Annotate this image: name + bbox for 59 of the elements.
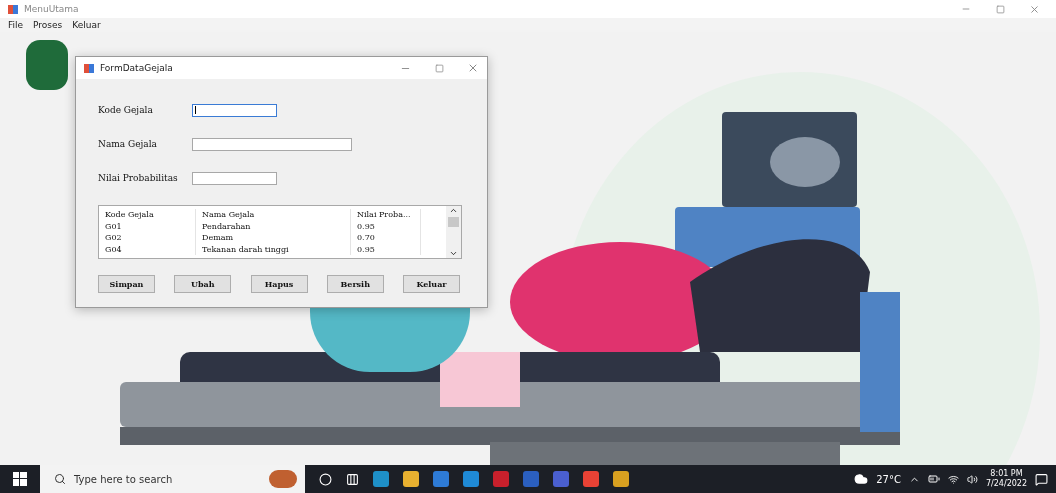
dialog-title: FormDataGejala [100,63,173,73]
scroll-down-icon[interactable] [449,249,458,258]
search-icon [54,473,66,485]
table-cell: G01 [99,220,196,232]
maximize-icon[interactable] [434,63,444,73]
table-cell: 0.95 [351,220,421,232]
menu-item[interactable]: File [8,20,24,30]
app-icon[interactable] [493,471,509,487]
logo-icon [26,40,68,90]
maximize-icon[interactable] [995,4,1005,14]
weather-icon [854,472,869,486]
clock[interactable]: 8:01 PM 7/24/2022 [985,469,1027,489]
input-field[interactable] [192,137,352,151]
form-button[interactable]: Bersih [326,275,384,293]
app-icon[interactable] [403,471,419,487]
field-label: Kode Gejala [98,105,154,115]
table-cell: 0.95 [351,243,421,255]
form-button[interactable]: Ubah [174,275,232,293]
app-icon[interactable] [433,471,449,487]
scroll-up-icon[interactable] [449,206,458,215]
field-label: Nilai Probabilitas [98,173,179,183]
notification-icon[interactable] [1035,472,1048,486]
menu-item[interactable]: Proses [33,20,63,30]
wifi-icon[interactable] [947,473,959,485]
app-icon[interactable] [373,471,389,487]
table-cell: Demam [196,232,351,244]
table-cell: G04 [99,243,196,255]
windows-logo-icon[interactable] [13,472,27,486]
column-header[interactable]: Nilai Proba... [351,209,421,221]
table-cell: Pendarahan [196,220,351,232]
input-field[interactable] [192,103,277,117]
app-icon[interactable] [553,471,569,487]
task-view-icon[interactable] [346,472,359,486]
table-cell: Tekanan darah tinggi [196,243,351,255]
window-title: MenuUtama [24,4,79,14]
volume-icon[interactable] [966,473,978,485]
table-cell: 0.70 [351,232,421,244]
search-field[interactable]: Type here to search [40,465,305,493]
form-button[interactable]: Keluar [403,275,460,293]
column-header[interactable]: Nama Gejala [196,209,351,221]
app-icon [84,63,94,73]
form-button[interactable]: Hapus [250,275,308,293]
menu-item[interactable]: Keluar [72,20,101,30]
app-icon[interactable] [613,471,629,487]
close-icon[interactable] [467,62,479,74]
input-field[interactable] [192,171,277,185]
battery-icon[interactable] [927,473,940,485]
app-icon[interactable] [583,471,599,487]
column-header[interactable]: Kode Gejala [99,209,196,221]
app-icon[interactable] [463,471,479,487]
form-button[interactable]: Simpan [98,275,155,293]
app-icon[interactable] [523,471,539,487]
field-label: Nama Gejala [98,139,158,149]
close-icon[interactable] [1028,3,1040,15]
cortana-icon[interactable] [319,472,332,486]
temperature: 27°C [876,473,901,485]
scrollbar[interactable] [446,206,461,258]
app-icon [8,4,18,14]
table-cell: G02 [99,232,196,244]
